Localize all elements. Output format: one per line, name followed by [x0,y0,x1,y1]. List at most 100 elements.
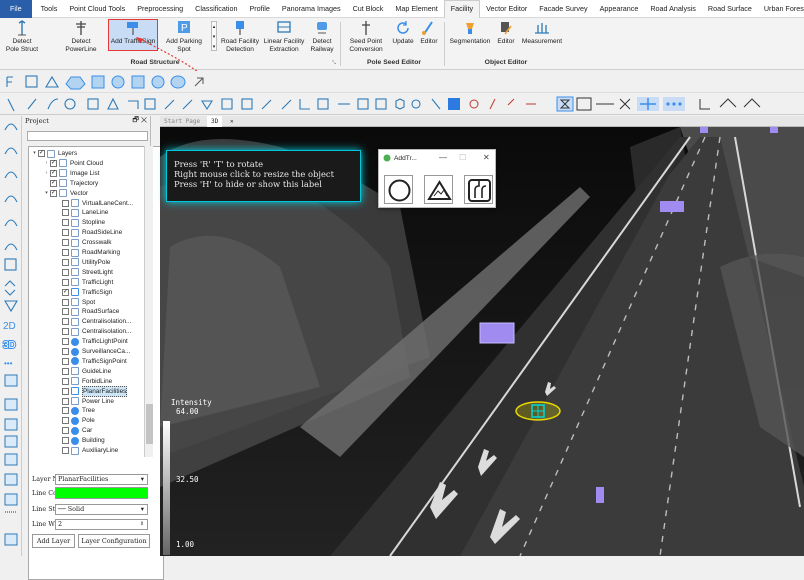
layer-checkbox[interactable] [62,357,69,365]
tree-item[interactable]: UtilityPole [55,258,110,267]
expand-icon[interactable]: ▾ [31,149,38,158]
road-facility-detection-button[interactable]: Road Facility Detection [220,20,260,53]
tree-item[interactable]: ▾ ✓ Layers [31,149,77,158]
layer-checkbox[interactable] [62,397,69,405]
expand-icon[interactable]: ▾ [43,189,50,198]
menu-facility[interactable]: Facility [443,0,481,18]
menu-map-element[interactable]: Map Element [389,0,443,18]
layer-checkbox[interactable] [62,348,69,355]
layer-checkbox[interactable] [62,318,69,326]
menu-facade-survey[interactable]: Facade Survey [533,0,593,18]
layer-checkbox[interactable] [62,209,69,217]
menu-road-analysis[interactable]: Road Analysis [644,0,702,18]
group-launcher-icon[interactable]: ⤡ [332,60,336,66]
layer-checkbox[interactable] [62,328,69,336]
tree-item[interactable]: RoadMarking [55,248,120,257]
layer-checkbox[interactable] [62,278,69,286]
tree-item[interactable]: ForbidLine [55,377,112,386]
tab-3d[interactable]: 3D [207,116,223,127]
layer-checkbox[interactable] [62,258,69,266]
menu-vector-editor[interactable]: Vector Editor [480,0,533,18]
linear-facility-extraction-button[interactable]: Linear Facility Extraction [262,20,306,53]
layer-checkbox[interactable]: ✓ [50,189,57,197]
tab-start-page[interactable]: Start Page [160,116,204,127]
tree-item[interactable]: ✓ Trajectory [43,179,98,188]
tree-item[interactable]: GuideLine [55,367,111,376]
layer-checkbox[interactable] [62,268,69,276]
menu-cut-block[interactable]: Cut Block [347,0,390,18]
tree-item[interactable]: RoadSideLine [55,228,122,237]
tree-item[interactable]: PlanarFacilities [55,385,128,397]
menu-road-surface[interactable]: Road Surface [702,0,758,18]
expand-icon[interactable]: › [43,169,50,178]
spinner-arrows-icon[interactable]: ⇕ [140,520,144,529]
layer-configuration-button[interactable]: Layer Configuration [78,534,150,548]
add-layer-button[interactable]: Add Layer [32,534,75,548]
circle-sign-shape-button[interactable] [384,175,413,204]
layer-checkbox[interactable] [62,249,69,256]
tree-item[interactable]: StreetLight [55,268,113,277]
menu-file[interactable]: File [0,0,32,18]
triangle-sign-shape-button[interactable] [424,175,453,204]
layer-checkbox[interactable] [62,298,69,306]
menu-urban-forestry[interactable]: Urban Forestry [758,0,804,18]
layer-checkbox[interactable] [62,219,69,227]
menu-profile[interactable]: Profile [243,0,275,18]
tree-item[interactable]: Tree [55,406,95,415]
tree-item[interactable]: Centralisolation... [55,327,131,336]
layer-checkbox[interactable] [62,407,69,415]
detect-railway-button[interactable]: Detect Railway [309,20,335,53]
layer-checkbox[interactable] [62,377,69,385]
tree-item[interactable]: Centralisolation... [55,317,131,326]
layer-checkbox[interactable]: ✓ [38,150,45,157]
tree-item[interactable]: ▾ ✓ Vector [43,189,88,198]
tree-item[interactable]: Crosswalk [55,238,111,247]
tree-item[interactable]: Spot [55,298,95,307]
ribbon-gallery-scroller[interactable]: ▴ ▾ ▾ [211,21,217,51]
expand-icon[interactable]: › [43,159,50,168]
maximize-icon[interactable]: ☐ [459,153,466,162]
object-editor-button[interactable]: Editor [495,20,517,46]
tree-item[interactable]: SurveillanceCa... [55,347,130,356]
layer-checkbox[interactable] [62,239,69,247]
detect-pole-struct-button[interactable]: Detect Pole Struct [4,20,40,53]
layer-checkbox[interactable] [62,427,69,435]
tree-item[interactable]: TrafficSignPoint [55,357,127,366]
tree-item[interactable]: VirtualLaneCent... [55,199,133,208]
seed-editor-button[interactable]: Editor [418,20,440,46]
layer-checkbox[interactable]: ✓ [50,169,57,177]
layer-checkbox[interactable] [62,417,69,425]
project-search-input[interactable] [27,131,148,141]
tree-scrollbar[interactable] [144,146,153,457]
tree-item[interactable]: AuxiliaryLine [55,446,118,455]
close-icon[interactable]: ✕ [483,153,490,162]
rectangle-sign-shape-button[interactable] [464,175,493,204]
tree-item[interactable]: Building [55,436,105,445]
line-style-select[interactable]: ── Solid ▾ [55,504,148,515]
minimize-icon[interactable]: — [439,153,447,162]
layer-checkbox[interactable]: ✓ [50,179,57,187]
layer-checkbox[interactable] [62,387,69,395]
layer-checkbox[interactable] [62,338,69,346]
line-width-spinner[interactable]: 2 ⇕ [55,519,148,530]
segmentation-button[interactable]: Segmentation [448,20,492,46]
tree-item[interactable]: TrafficLight [55,278,113,287]
tree-item[interactable]: Stopline [55,218,105,227]
layer-checkbox[interactable] [62,367,69,375]
layer-checkbox[interactable] [62,308,69,316]
detect-powerline-button[interactable]: Detect PowerLine [64,20,98,53]
menu-appearance[interactable]: Appearance [594,0,645,18]
layer-checkbox[interactable] [62,437,69,445]
layer-checkbox[interactable] [62,447,69,454]
layer-checkbox[interactable] [62,229,69,237]
tree-item[interactable]: Power Line [55,397,114,406]
layer-checkbox[interactable]: ✓ [50,159,57,167]
panel-pin-close-icon[interactable]: 🗗 ✕ [132,116,147,127]
menu-panorama-images[interactable]: Panorama Images [276,0,347,18]
layer-name-select[interactable]: PlanarFacilities ▾ [55,474,148,485]
tree-item[interactable]: › ✓ Image List [43,169,99,178]
seed-point-conversion-button[interactable]: Seed Point Conversion [346,20,386,53]
layer-checkbox[interactable] [62,199,69,207]
menu-tools[interactable]: Tools [35,0,64,18]
update-button[interactable]: Update [390,20,416,46]
